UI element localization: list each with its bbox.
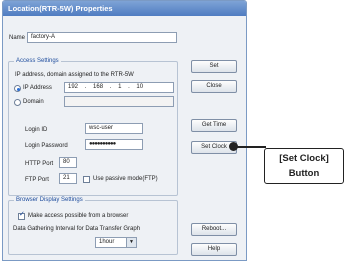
browser-settings-title: Browser Display Settings (14, 196, 85, 204)
close-button[interactable]: Close (191, 80, 237, 93)
passive-mode-checkbox[interactable] (83, 176, 90, 183)
make-access-checkbox[interactable]: ✓ (18, 211, 25, 220)
ip-octet-4: 10 (136, 84, 144, 90)
help-button[interactable]: Help (191, 243, 237, 256)
properties-dialog: Location(RTR-5W) Properties Name factory… (2, 0, 247, 261)
http-port-input[interactable]: 80 (59, 157, 77, 168)
passive-mode-label: Use passive mode(FTP) (93, 176, 158, 182)
domain-input[interactable] (64, 96, 174, 107)
ip-octet-1: 192 (68, 84, 79, 90)
domain-radio[interactable] (14, 99, 21, 106)
ip-octet-3: 1 (118, 84, 122, 90)
name-input[interactable]: factory-A (27, 32, 177, 43)
get-time-button[interactable]: Get Time (191, 119, 237, 132)
interval-label: Data Gathering Interval for Data Transfe… (13, 226, 141, 232)
ftp-port-label: FTP Port (25, 177, 49, 183)
ip-address-input[interactable]: 192 . 168 . 1 . 10 (64, 82, 174, 93)
domain-label: Domain (23, 99, 44, 105)
callout-line-2: Button (288, 168, 320, 179)
callout-leader-line (234, 146, 266, 148)
login-password-input[interactable]: ●●●●●●●●●● (85, 139, 143, 150)
set-button[interactable]: Set (191, 60, 237, 73)
chevron-down-icon: ▼ (126, 238, 136, 247)
ip-octet-2: 168 (93, 84, 104, 90)
ip-address-label: IP Address (23, 85, 52, 91)
name-label: Name (9, 35, 26, 41)
reboot-button[interactable]: Reboot... (191, 223, 237, 236)
callout-line-1: [Set Clock] (279, 153, 329, 164)
interval-value: 1hour (99, 239, 115, 245)
make-access-label: Make access possible from a browser (28, 213, 129, 219)
login-id-label: Login ID (25, 127, 48, 133)
interval-select[interactable]: 1hour ▼ (95, 237, 137, 248)
access-settings-title: Access Settings (14, 57, 61, 65)
login-id-input[interactable]: wsc-user (85, 123, 143, 134)
dialog-title: Location(RTR-5W) Properties (3, 1, 246, 16)
set-clock-callout: [Set Clock] Button (264, 148, 344, 184)
ftp-port-input[interactable]: 21 (59, 173, 77, 184)
login-password-label: Login Password (25, 143, 68, 149)
http-port-label: HTTP Port (25, 161, 54, 167)
access-description: IP address, domain assigned to the RTR-5… (15, 72, 134, 78)
ip-address-radio[interactable] (14, 85, 21, 92)
callout-pointer-dot (229, 142, 238, 151)
